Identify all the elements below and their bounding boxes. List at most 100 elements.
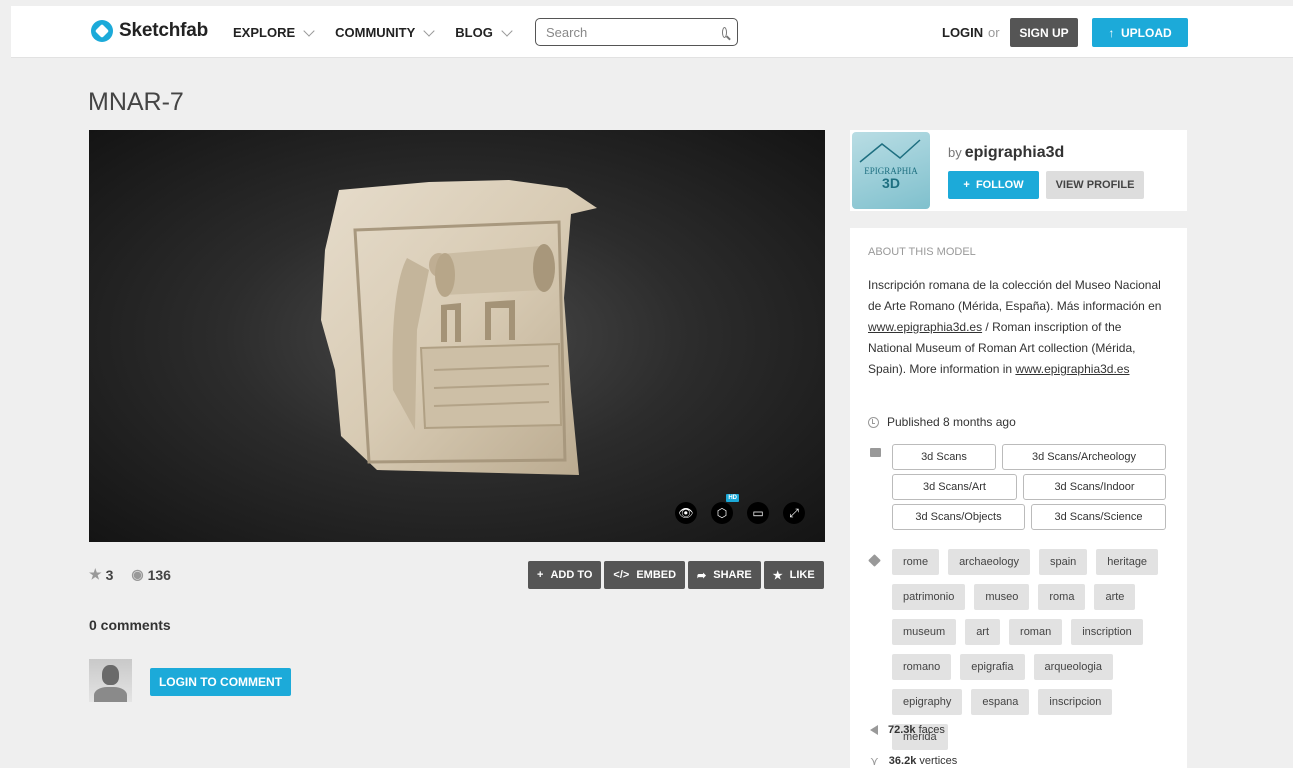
page-title: MNAR-7 <box>88 88 184 116</box>
nav-community[interactable]: COMMUNITY <box>335 24 435 40</box>
nav-explore-label: EXPLORE <box>233 25 296 40</box>
like-label: LIKE <box>789 569 815 581</box>
tag-link[interactable]: art <box>965 619 1001 645</box>
nav-blog[interactable]: BLOG <box>455 24 513 40</box>
vertex-icon: ⋎ <box>870 754 879 768</box>
category-link[interactable]: 3d Scans/Objects <box>892 504 1025 530</box>
likes-stat: ★ 3 <box>89 566 113 583</box>
published-text: Published 8 months ago <box>887 415 1016 429</box>
website-link[interactable]: www.epigraphia3d.es <box>1015 362 1129 376</box>
plus-icon: + <box>537 569 544 581</box>
nav-blog-label: BLOG <box>455 25 493 40</box>
tag-link[interactable]: inscription <box>1071 619 1143 645</box>
top-navbar: Sketchfab EXPLORE COMMUNITY BLOG LOGIN o… <box>11 6 1293 58</box>
embed-button[interactable]: </> EMBED <box>604 561 686 589</box>
by-label: by <box>948 145 962 160</box>
signup-button[interactable]: SIGN UP <box>1010 18 1078 47</box>
upload-button[interactable]: ↑ UPLOAD <box>1092 18 1188 47</box>
category-link[interactable]: 3d Scans/Indoor <box>1023 474 1166 500</box>
tag-link[interactable]: museo <box>974 584 1030 610</box>
chevron-down-icon <box>501 24 513 37</box>
category-link[interactable]: 3d Scans/Art <box>892 474 1017 500</box>
vr-headset-icon[interactable]: ▭ <box>747 502 769 524</box>
website-link[interactable]: www.epigraphia3d.es <box>868 320 982 334</box>
tag-link[interactable]: roman <box>1009 619 1063 645</box>
embed-label: EMBED <box>636 569 677 581</box>
author-name[interactable]: epigraphia3d <box>965 144 1065 161</box>
chevron-down-icon <box>303 24 315 37</box>
tag-link[interactable]: roma <box>1038 584 1086 610</box>
tag-link[interactable]: inscripcion <box>1038 689 1113 715</box>
brand-name: Sketchfab <box>119 20 209 41</box>
views-stat: ◉ 136 <box>131 566 171 583</box>
model-actions: + ADD TO </> EMBED ➦ SHARE ★ LIKE <box>528 561 824 589</box>
avatar <box>89 659 132 702</box>
category-link[interactable]: 3d Scans/Archeology <box>1002 444 1166 470</box>
login-link[interactable]: LOGIN <box>942 25 983 40</box>
follow-label: FOLLOW <box>975 179 1024 191</box>
hd-cube-icon[interactable]: ⬡ HD <box>711 494 739 524</box>
share-label: SHARE <box>713 569 752 581</box>
eye-icon[interactable]: 👁 <box>675 502 697 524</box>
clock-icon <box>868 416 879 428</box>
published-info: Published 8 months ago <box>868 415 1016 429</box>
eye-icon: ◉ <box>131 566 144 582</box>
sketchfab-logo-icon <box>91 20 113 42</box>
tag-icon <box>868 554 881 567</box>
archive-icon <box>870 448 881 457</box>
tag-link[interactable]: heritage <box>1096 549 1159 575</box>
hd-badge: HD <box>726 494 739 502</box>
author-avatar[interactable]: EPIGRAPHIA 3D <box>852 132 930 209</box>
about-panel: ABOUT THIS MODEL Inscripción romana de l… <box>850 228 1187 768</box>
tag-link[interactable]: museum <box>892 619 957 645</box>
author-logo-subtext: 3D <box>882 175 900 191</box>
model-stats: ★ 3 ◉ 136 <box>89 566 171 583</box>
tag-link[interactable]: rome <box>892 549 940 575</box>
faces-label: faces <box>918 724 945 736</box>
tag-link[interactable]: archaeology <box>948 549 1030 575</box>
star-icon: ★ <box>772 569 783 582</box>
upload-label: UPLOAD <box>1121 25 1172 40</box>
tag-link[interactable]: romano <box>892 654 952 680</box>
tag-link[interactable]: patrimonio <box>892 584 966 610</box>
tag-list: rome archaeology spain heritage patrimon… <box>892 549 1168 750</box>
tag-link[interactable]: arqueologia <box>1033 654 1113 680</box>
about-heading: ABOUT THIS MODEL <box>868 246 976 258</box>
search-icon[interactable] <box>722 26 727 38</box>
category-link[interactable]: 3d Scans/Science <box>1031 504 1166 530</box>
or-separator: or <box>988 25 1000 40</box>
likes-count: 3 <box>105 566 114 583</box>
fullscreen-icon[interactable]: ⤢ <box>783 502 805 524</box>
star-icon: ★ <box>89 566 102 582</box>
tag-link[interactable]: espana <box>971 689 1030 715</box>
faces-count: 72.3k <box>888 724 916 736</box>
faces-stat: 72.3k faces <box>870 724 945 736</box>
nav-explore[interactable]: EXPLORE <box>233 24 315 40</box>
login-to-comment-button[interactable]: LOGIN TO COMMENT <box>150 668 291 696</box>
search-input[interactable] <box>546 24 722 40</box>
add-to-button[interactable]: + ADD TO <box>528 561 602 589</box>
sketchfab-logo[interactable]: Sketchfab <box>91 20 208 42</box>
tag-link[interactable]: epigrafia <box>960 654 1025 680</box>
viewer-controls: 👁 ⬡ HD ▭ ⤢ <box>675 494 805 524</box>
model-viewer[interactable]: 👁 ⬡ HD ▭ ⤢ <box>89 130 825 542</box>
tag-link[interactable]: arte <box>1094 584 1136 610</box>
follow-button[interactable]: + FOLLOW <box>948 171 1039 199</box>
vertices-count: 36.2k <box>888 755 917 767</box>
triangle-icon <box>870 725 878 735</box>
like-button[interactable]: ★ LIKE <box>763 561 824 589</box>
view-profile-button[interactable]: VIEW PROFILE <box>1046 171 1144 199</box>
upload-arrow-icon: ↑ <box>1108 25 1115 40</box>
vertices-stat: ⋎ 36.2k vertices <box>870 754 957 768</box>
model-render <box>321 180 597 475</box>
vertices-label: vertices <box>919 755 958 767</box>
add-to-label: ADD TO <box>550 569 593 581</box>
share-button[interactable]: ➦ SHARE <box>688 561 761 589</box>
code-icon: </> <box>613 569 630 581</box>
author-byline: by epigraphia3d <box>948 144 1064 162</box>
chevron-down-icon <box>423 24 435 37</box>
category-link[interactable]: 3d Scans <box>892 444 996 470</box>
tag-link[interactable]: epigraphy <box>892 689 963 715</box>
tag-link[interactable]: spain <box>1039 549 1088 575</box>
views-count: 136 <box>147 566 171 583</box>
